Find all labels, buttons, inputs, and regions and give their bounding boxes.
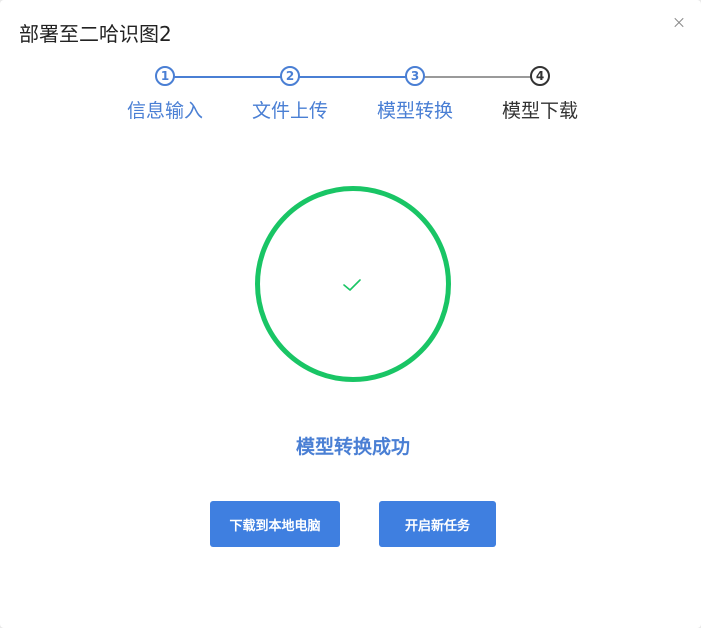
dialog-title: 部署至二哈识图2: [19, 22, 172, 46]
step-4-number: 4: [530, 66, 550, 86]
step-1-number: 1: [155, 66, 175, 86]
step-1-label: 信息输入: [126, 100, 203, 122]
step-connector: [424, 76, 531, 78]
step-4-label: 模型下载: [501, 100, 578, 122]
step-connector: [174, 76, 281, 78]
new-task-button[interactable]: 开启新任务: [379, 501, 496, 547]
deploy-dialog: 部署至二哈识图2 1 信息输入 2 文件上传 3 模型转换 4 模型下载 模型转…: [0, 0, 701, 628]
stepper: 1 信息输入 2 文件上传 3 模型转换 4 模型下载: [0, 64, 701, 124]
close-icon[interactable]: [669, 12, 689, 32]
step-2-number: 2: [280, 66, 300, 86]
download-button[interactable]: 下载到本地电脑: [210, 501, 340, 547]
step-2-label: 文件上传: [251, 100, 328, 122]
check-icon: [343, 279, 361, 291]
success-message: 模型转换成功: [295, 436, 410, 458]
step-3-label: 模型转换: [376, 100, 453, 122]
step-connector: [299, 76, 406, 78]
step-3-number: 3: [405, 66, 425, 86]
